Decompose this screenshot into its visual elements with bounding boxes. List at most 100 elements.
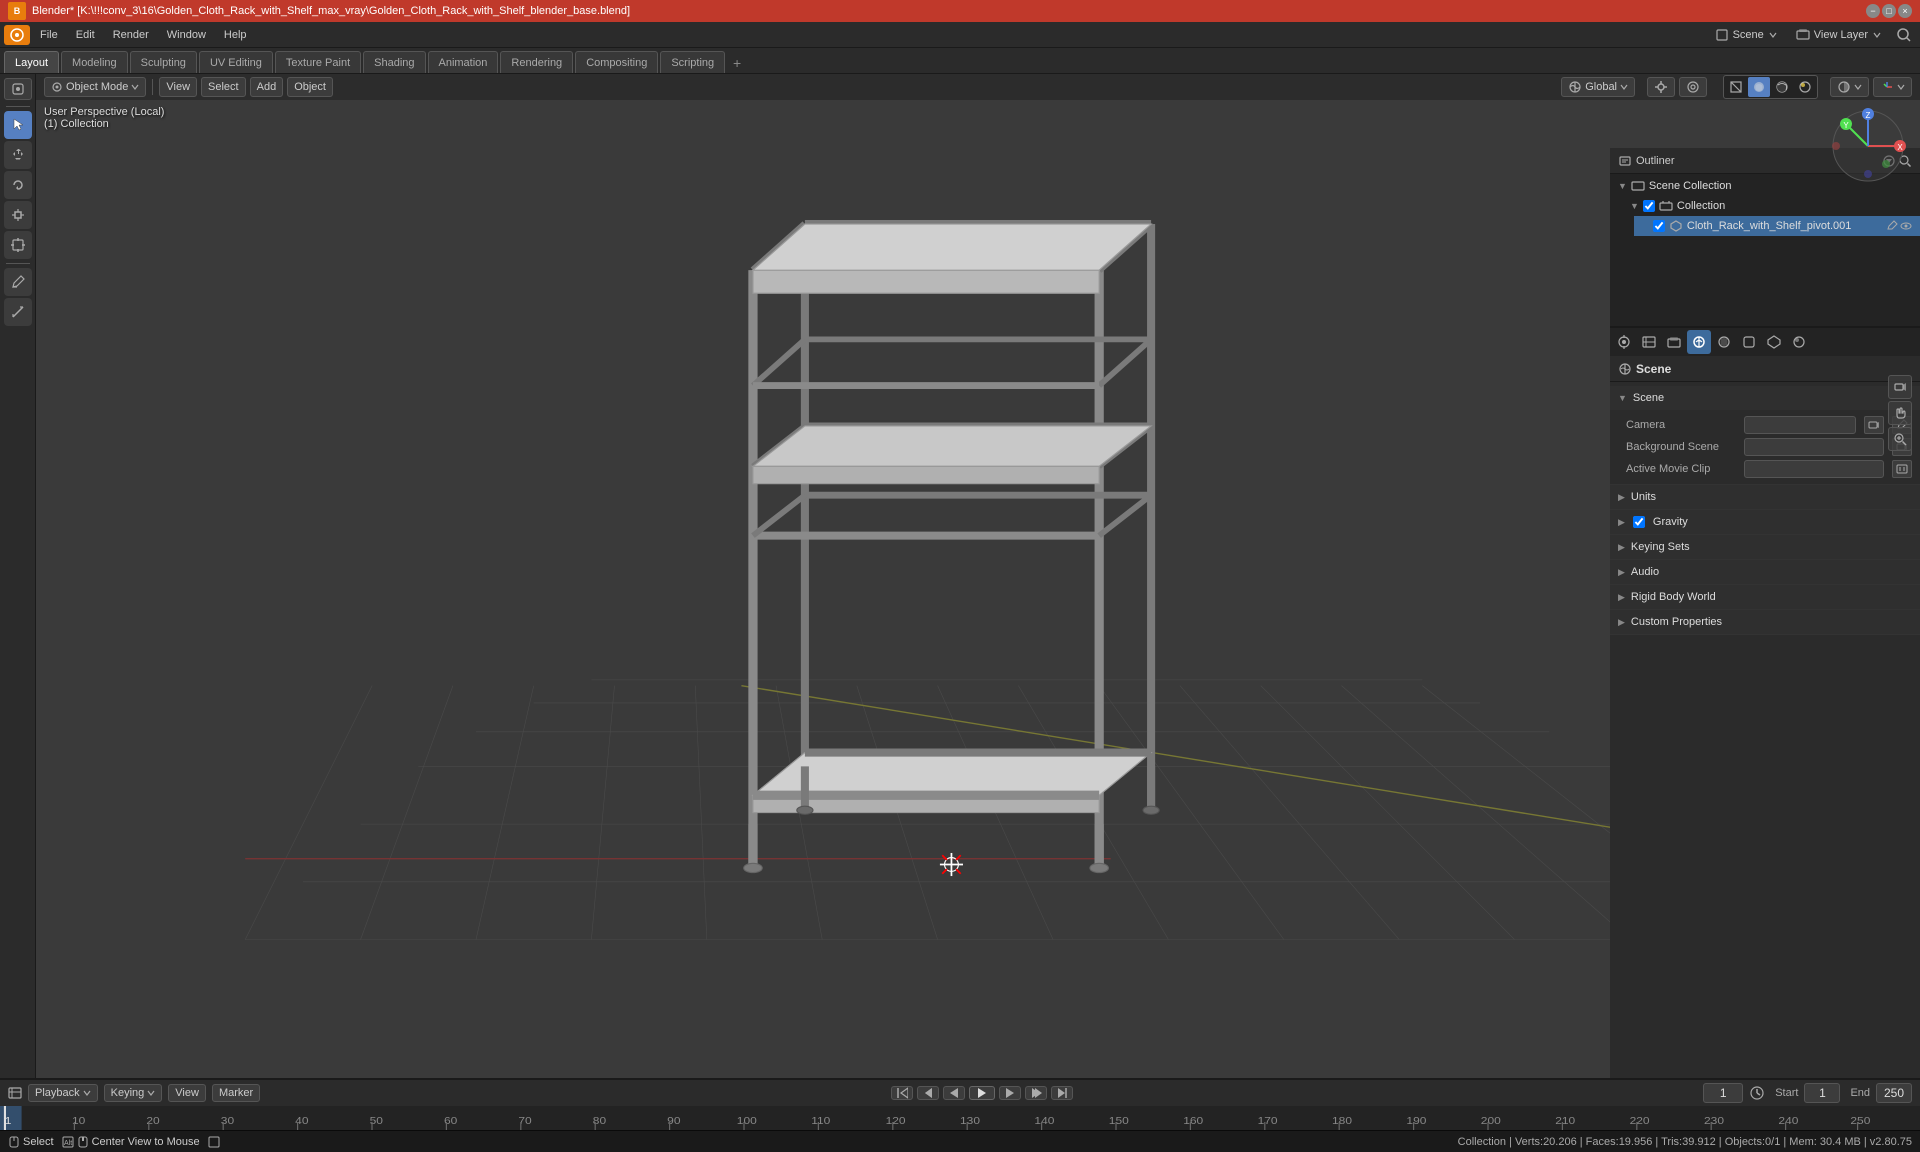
props-tab-material[interactable] <box>1787 330 1811 354</box>
keying-btn[interactable]: Keying <box>104 1084 163 1102</box>
minimize-button[interactable]: − <box>1866 4 1880 18</box>
step-fwd-btn[interactable] <box>1025 1086 1047 1100</box>
material-shading-btn[interactable] <box>1771 77 1793 97</box>
select-menu[interactable]: Select <box>201 77 246 97</box>
outliner-collection[interactable]: ▼ Collection <box>1622 196 1920 216</box>
clip-browse-icon <box>1896 463 1908 475</box>
play-back-btn[interactable] <box>943 1086 965 1100</box>
add-menu[interactable]: Add <box>250 77 284 97</box>
navigation-gizmo-svg: X Y Z <box>1828 106 1908 186</box>
global-transform-btn[interactable]: Global <box>1561 77 1635 97</box>
proportional-edit-btn[interactable] <box>1679 77 1707 97</box>
menu-edit[interactable]: Edit <box>68 25 103 45</box>
props-tab-object[interactable] <box>1737 330 1761 354</box>
outliner-object[interactable]: ▶ Cloth_Rack_with_Shelf_pivot.001 <box>1634 216 1920 236</box>
current-frame-display[interactable]: 1 <box>1703 1083 1743 1103</box>
marker-btn[interactable]: Marker <box>212 1084 260 1102</box>
audio-section-header[interactable]: ▶ Audio <box>1610 560 1920 584</box>
movie-clip-browse-btn[interactable] <box>1892 460 1912 478</box>
menu-render[interactable]: Render <box>105 25 157 45</box>
zoom-btn[interactable] <box>1888 427 1912 451</box>
move-tool-btn[interactable] <box>4 141 32 169</box>
collection-visibility-checkbox[interactable] <box>1643 200 1655 212</box>
camera-browse-btn[interactable] <box>1864 416 1884 434</box>
mode-selector[interactable] <box>4 78 32 100</box>
close-button[interactable]: × <box>1898 4 1912 18</box>
tab-scripting[interactable]: Scripting <box>660 51 725 73</box>
measure-tool-btn[interactable] <box>4 298 32 326</box>
viewport-overlay-btn[interactable] <box>1830 77 1869 97</box>
keying-sets-header[interactable]: ▶ Keying Sets <box>1610 535 1920 559</box>
end-frame-field[interactable]: 250 <box>1876 1083 1912 1103</box>
tab-shading[interactable]: Shading <box>363 51 425 73</box>
wire-shading-btn[interactable] <box>1725 77 1747 97</box>
rendered-shading-btn[interactable] <box>1794 77 1816 97</box>
object-menu[interactable]: Object <box>287 77 333 97</box>
props-tab-world[interactable] <box>1712 330 1736 354</box>
object-visibility-checkbox[interactable] <box>1653 220 1665 232</box>
movie-clip-field[interactable] <box>1744 460 1884 478</box>
gizmo-toggle-btn[interactable] <box>1873 77 1912 97</box>
props-tab-mesh[interactable] <box>1762 330 1786 354</box>
tab-layout[interactable]: Layout <box>4 51 59 73</box>
custom-props-header[interactable]: ▶ Custom Properties <box>1610 610 1920 634</box>
playback-btn[interactable]: Playback <box>28 1084 98 1102</box>
timeline-ruler[interactable]: 1 10 20 30 40 50 60 70 80 90 <box>0 1106 1920 1130</box>
background-scene-field[interactable] <box>1744 438 1884 456</box>
edit-icon[interactable] <box>1886 220 1898 232</box>
maximize-button[interactable]: □ <box>1882 4 1896 18</box>
viewport-right-buttons <box>1888 375 1912 451</box>
nav-gizmo[interactable]: X Y Z <box>1828 106 1908 186</box>
tab-animation[interactable]: Animation <box>428 51 499 73</box>
search-icon[interactable] <box>1896 27 1912 43</box>
step-back-btn[interactable] <box>917 1086 939 1100</box>
units-section-header[interactable]: ▶ Units <box>1610 485 1920 509</box>
play-fwd-btn[interactable] <box>999 1086 1021 1100</box>
menubar: File Edit Render Window Help Scene View … <box>0 22 1920 48</box>
tab-sculpting[interactable]: Sculpting <box>130 51 197 73</box>
jump-end-btn[interactable] <box>1051 1086 1073 1100</box>
props-tab-scene[interactable] <box>1687 330 1711 354</box>
rigid-body-header[interactable]: ▶ Rigid Body World <box>1610 585 1920 609</box>
props-tab-output[interactable] <box>1637 330 1661 354</box>
svg-text:110: 110 <box>811 1116 830 1127</box>
menu-help[interactable]: Help <box>216 25 255 45</box>
rotate-tool-btn[interactable] <box>4 171 32 199</box>
add-workspace-button[interactable]: + <box>727 53 747 73</box>
gravity-section-header[interactable]: ▶ Gravity <box>1610 510 1920 534</box>
gravity-checkbox[interactable] <box>1633 516 1645 528</box>
tab-uv-editing[interactable]: UV Editing <box>199 51 273 73</box>
view-menu[interactable]: View <box>159 77 197 97</box>
play-pause-btn[interactable] <box>969 1086 995 1100</box>
props-tab-view-layer[interactable] <box>1662 330 1686 354</box>
mode-label: Object Mode <box>66 81 128 93</box>
start-frame-field[interactable]: 1 <box>1804 1083 1840 1103</box>
camera-view-btn[interactable] <box>1888 375 1912 399</box>
tab-compositing[interactable]: Compositing <box>575 51 658 73</box>
world-tab-icon <box>1716 334 1732 350</box>
alt-icon: Alt <box>62 1136 74 1148</box>
mode-dropdown[interactable]: Object Mode <box>44 77 146 97</box>
select-tool-btn[interactable] <box>4 111 32 139</box>
scale-tool-btn[interactable] <box>4 201 32 229</box>
object-label: Cloth_Rack_with_Shelf_pivot.001 <box>1687 220 1852 232</box>
tab-rendering[interactable]: Rendering <box>500 51 573 73</box>
annotate-tool-btn[interactable] <box>4 268 32 296</box>
menu-blender[interactable] <box>4 25 30 45</box>
tl-view-label: View <box>175 1087 199 1099</box>
scene-section-header[interactable]: ▼ Scene <box>1610 386 1920 410</box>
object-mode-icon <box>51 81 63 93</box>
tab-texture-paint[interactable]: Texture Paint <box>275 51 361 73</box>
transform-tool-btn[interactable] <box>4 231 32 259</box>
jump-start-btn[interactable] <box>891 1086 913 1100</box>
solid-shading-btn[interactable] <box>1748 77 1770 97</box>
snap-toggle[interactable] <box>1647 77 1675 97</box>
hide-icon[interactable] <box>1900 220 1912 232</box>
grab-hand-btn[interactable] <box>1888 401 1912 425</box>
view-btn[interactable]: View <box>168 1084 206 1102</box>
menu-file[interactable]: File <box>32 25 66 45</box>
camera-field[interactable] <box>1744 416 1856 434</box>
tab-modeling[interactable]: Modeling <box>61 51 128 73</box>
props-tab-render[interactable] <box>1612 330 1636 354</box>
menu-window[interactable]: Window <box>159 25 214 45</box>
